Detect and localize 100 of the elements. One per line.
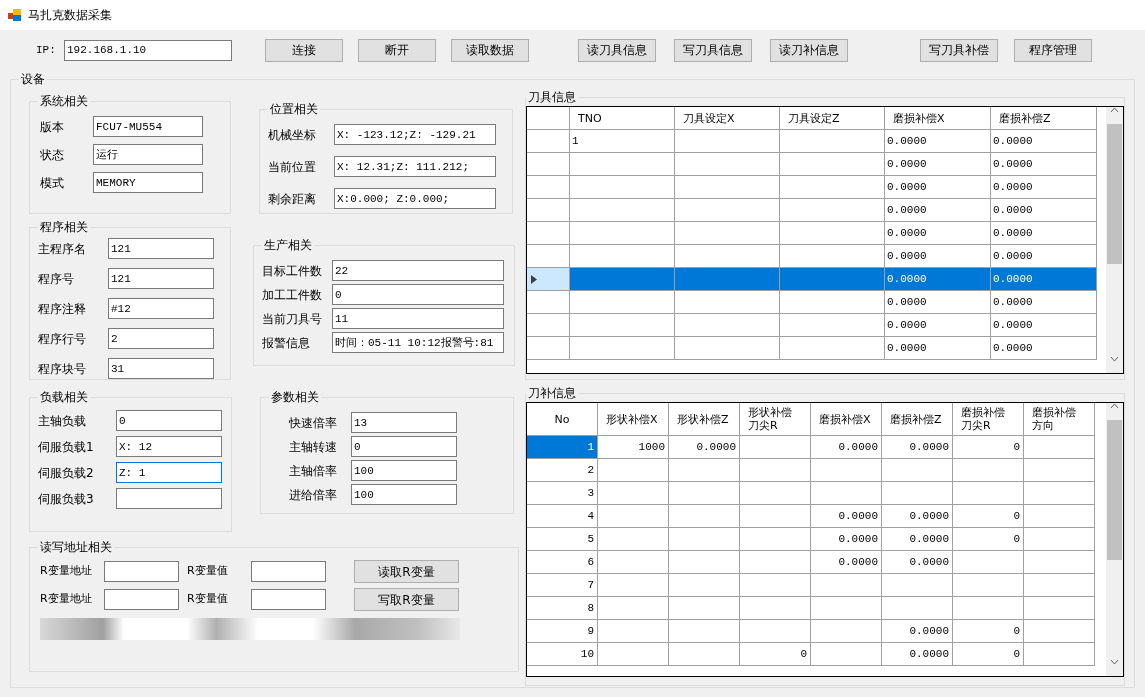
action-button[interactable]: 读取数据 bbox=[451, 38, 529, 62]
text-field[interactable]: 运行 bbox=[93, 144, 203, 165]
group-title: 设备 bbox=[20, 71, 46, 88]
text-field[interactable]: 0 bbox=[332, 284, 504, 305]
table-cell: 0.0000 bbox=[885, 337, 991, 359]
table-cell: 0.0000 bbox=[991, 222, 1097, 244]
group-title: 位置相关 bbox=[269, 101, 319, 118]
field-label: 剩余距离 bbox=[268, 190, 317, 208]
table-cell: 0.0000 bbox=[885, 130, 991, 152]
column-header[interactable]: 磨损补偿Z bbox=[882, 403, 953, 435]
field-label: R变量值 bbox=[187, 563, 229, 580]
column-header[interactable]: 磨损补偿X bbox=[885, 107, 991, 129]
table-cell: 0.0000 bbox=[885, 245, 991, 267]
app-icon bbox=[8, 8, 22, 22]
field-label: 加工工件数 bbox=[262, 286, 323, 304]
group-title: 参数相关 bbox=[270, 389, 320, 406]
text-field[interactable]: 0 bbox=[351, 436, 457, 457]
text-field[interactable]: 0 bbox=[116, 410, 222, 431]
text-field[interactable]: MEMORY bbox=[93, 172, 203, 193]
scrollbar-thumb[interactable] bbox=[1107, 420, 1122, 560]
field-label: 主轴转速 bbox=[289, 438, 338, 456]
text-field[interactable] bbox=[251, 561, 326, 582]
table-cell: 0.0000 bbox=[885, 153, 991, 175]
column-header[interactable]: 磨损补偿方向 bbox=[1024, 403, 1095, 435]
group-title: 程序相关 bbox=[39, 219, 89, 236]
ip-label: IP: bbox=[36, 42, 57, 58]
table-cell: 1 bbox=[527, 436, 598, 458]
field-label: 程序块号 bbox=[38, 360, 87, 378]
action-button[interactable]: 写刀具信息 bbox=[674, 38, 752, 62]
column-header[interactable]: 磨损补偿Z bbox=[991, 107, 1097, 129]
text-field[interactable] bbox=[104, 561, 179, 582]
group-title: 刀具信息 bbox=[527, 89, 577, 106]
text-field[interactable]: FCU7-MU554 bbox=[93, 116, 203, 137]
action-button[interactable]: 断开 bbox=[358, 38, 436, 62]
column-header[interactable]: 磨损补偿刀尖R bbox=[953, 403, 1024, 435]
field-label: 伺服负载1 bbox=[38, 438, 95, 456]
group-title: 生产相关 bbox=[263, 237, 313, 254]
text-field[interactable] bbox=[116, 488, 222, 509]
text-field[interactable]: 100 bbox=[351, 484, 457, 505]
action-button[interactable]: 读刀具信息 bbox=[578, 38, 656, 62]
action-button[interactable]: 写取R变量 bbox=[354, 588, 459, 611]
row-header[interactable] bbox=[527, 268, 570, 290]
action-button[interactable]: 读刀补信息 bbox=[770, 38, 848, 62]
group-title: 读写地址相关 bbox=[39, 539, 113, 556]
text-field[interactable]: 121 bbox=[108, 268, 214, 289]
field-label: 当前位置 bbox=[268, 158, 317, 176]
text-field[interactable]: 100 bbox=[351, 460, 457, 481]
row-pointer-icon bbox=[531, 274, 537, 284]
column-header[interactable]: 刀具设定Z bbox=[780, 107, 885, 129]
action-button[interactable]: 读取R变量 bbox=[354, 560, 459, 583]
column-header[interactable]: TNO bbox=[570, 107, 675, 129]
text-field[interactable]: Z: 1 bbox=[116, 462, 222, 483]
text-field[interactable]: 时间：05-11 10:12报警号:81 bbox=[332, 332, 504, 353]
table-cell: 0.0000 bbox=[991, 245, 1097, 267]
text-field[interactable]: #12 bbox=[108, 298, 214, 319]
text-field[interactable]: X:0.000; Z:0.000; bbox=[334, 188, 496, 209]
table-cell: 0.0000 bbox=[885, 314, 991, 336]
group-title: 系统相关 bbox=[39, 93, 89, 110]
group-title: 刀补信息 bbox=[527, 385, 577, 402]
text-field[interactable] bbox=[251, 589, 326, 610]
column-header[interactable]: 形状补偿X bbox=[598, 403, 669, 435]
text-field[interactable]: 2 bbox=[108, 328, 214, 349]
vertical-scrollbar[interactable] bbox=[1106, 107, 1123, 373]
vertical-scrollbar[interactable] bbox=[1106, 403, 1123, 676]
group-title: 负载相关 bbox=[39, 389, 89, 406]
table-cell: 0.0000 bbox=[991, 130, 1097, 152]
column-header[interactable]: No bbox=[527, 403, 598, 435]
action-button[interactable]: 连接 bbox=[265, 38, 343, 62]
action-button[interactable]: 写刀具补偿 bbox=[920, 38, 998, 62]
column-header[interactable]: 形状补偿Z bbox=[669, 403, 740, 435]
column-header[interactable]: 形状补偿刀尖R bbox=[740, 403, 811, 435]
field-label: 版本 bbox=[40, 118, 65, 136]
field-label: 报警信息 bbox=[262, 334, 311, 352]
table-cell: 0.0000 bbox=[991, 337, 1097, 359]
column-header[interactable]: 磨损补偿X bbox=[811, 403, 882, 435]
scrollbar-thumb[interactable] bbox=[1107, 124, 1122, 264]
text-field[interactable]: X: -123.12;Z: -129.21 bbox=[334, 124, 496, 145]
column-header[interactable]: 刀具设定X bbox=[675, 107, 780, 129]
text-field[interactable]: 22 bbox=[332, 260, 504, 281]
field-label: 程序注释 bbox=[38, 300, 87, 318]
text-field[interactable]: 11 bbox=[332, 308, 504, 329]
field-label: 机械坐标 bbox=[268, 126, 317, 144]
table-cell: 0.0000 bbox=[991, 268, 1097, 290]
field-label: 程序号 bbox=[38, 270, 75, 288]
table-cell: 0.0000 bbox=[991, 176, 1097, 198]
text-field[interactable] bbox=[104, 589, 179, 610]
text-field[interactable]: X: 12 bbox=[116, 436, 222, 457]
text-field[interactable]: X: 12.31;Z: 111.212; bbox=[334, 156, 496, 177]
field-label: 主程序名 bbox=[38, 240, 87, 258]
text-field[interactable]: 31 bbox=[108, 358, 214, 379]
field-label: 伺服负载2 bbox=[38, 464, 95, 482]
field-label: R变量地址 bbox=[40, 591, 93, 608]
text-field[interactable]: 121 bbox=[108, 238, 214, 259]
ip-field[interactable]: 192.168.1.10 bbox=[64, 39, 232, 61]
table-cell: 0.0000 bbox=[885, 268, 991, 290]
table-cell: 0.0000 bbox=[885, 176, 991, 198]
field-label: 目标工件数 bbox=[262, 262, 323, 280]
action-button[interactable]: 程序管理 bbox=[1014, 38, 1092, 62]
table-cell: 0.0000 bbox=[885, 222, 991, 244]
text-field[interactable]: 13 bbox=[351, 412, 457, 433]
